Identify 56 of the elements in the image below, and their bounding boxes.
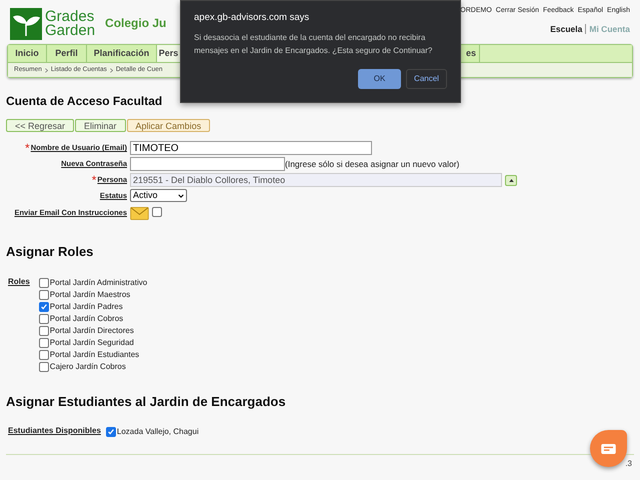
- version-text: .3: [625, 458, 632, 470]
- person-field[interactable]: 219551 - Del Diablo Collores, Timoteo: [130, 173, 502, 187]
- checkbox[interactable]: [38, 278, 49, 288]
- action-button[interactable]: << Regresar: [6, 119, 74, 132]
- nav-tab[interactable]: Planificación: [87, 45, 157, 62]
- role-label: Portal Jardín Directores: [50, 326, 134, 336]
- chat-icon: [601, 444, 616, 454]
- section-title: Asignar Estudiantes al Jardin de Encargados: [6, 392, 287, 411]
- password-field[interactable]: [130, 157, 285, 171]
- checkbox[interactable]: [106, 427, 116, 437]
- required-mark: *: [25, 142, 30, 154]
- nav-tab[interactable]: Inicio: [8, 45, 47, 62]
- checkbox[interactable]: [38, 290, 49, 300]
- dialog-message: Si desasocia el estudiante de la cuenta del encargado no recibira mensajes en el Jardin de Encargados. ¿Esta seguro de Continuar?: [194, 32, 434, 58]
- required-mark: *: [92, 174, 96, 186]
- checkbox[interactable]: [38, 314, 49, 324]
- logo-text: Grades: [45, 10, 96, 24]
- chat-button[interactable]: [590, 430, 627, 467]
- action-button[interactable]: Eliminar: [75, 119, 126, 132]
- dialog-title: apex.gb-advisors.com says: [194, 11, 310, 25]
- role-label: Portal Jardín Estudiantes: [50, 350, 140, 360]
- page-title: Cuenta de Acceso Facultad: [6, 93, 164, 110]
- role-label: Portal Jardín Cobros: [50, 314, 124, 324]
- role-label: Portal Jardín Padres: [50, 302, 123, 312]
- student-label: Lozada Vallejo, Chagui: [116, 426, 199, 438]
- sprout-icon: [10, 8, 42, 40]
- school-name: Colegio Ju: [105, 15, 166, 32]
- dialog-button[interactable]: OK: [358, 69, 401, 90]
- checkbox[interactable]: [38, 338, 49, 348]
- envelope-icon[interactable]: [130, 207, 149, 220]
- section-title: Asignar Roles: [6, 243, 94, 261]
- field-label: Estudiantes Disponibles: [8, 424, 101, 436]
- username-field[interactable]: TIMOTEO: [130, 141, 372, 155]
- nav-tab[interactable]: Pers: [157, 45, 181, 62]
- checkbox[interactable]: [38, 326, 49, 336]
- chevron-right-icon: [110, 68, 113, 72]
- caret-up-icon: [508, 178, 514, 182]
- role-label: Cajero Jardín Cobros: [50, 362, 126, 372]
- field-hint: (Ingrese sólo si desea asignar un nuevo valor): [285, 158, 460, 170]
- checkbox[interactable]: [152, 207, 162, 217]
- collapse-button[interactable]: [505, 174, 517, 186]
- dialog-button[interactable]: Cancel: [406, 69, 447, 90]
- status-select[interactable]: Activo: [130, 189, 187, 202]
- checkbox[interactable]: [38, 302, 49, 312]
- account-link[interactable]: Escuela: [550, 22, 582, 36]
- logo-text: Garden: [45, 24, 96, 38]
- chevron-down-icon: [178, 194, 184, 198]
- role-label: Portal Jardín Seguridad: [50, 338, 134, 348]
- nav-tab[interactable]: Perfil: [47, 45, 87, 62]
- checkbox[interactable]: [38, 362, 49, 372]
- checkbox[interactable]: [38, 350, 49, 360]
- field-label: Roles: [8, 276, 30, 288]
- action-button[interactable]: Aplicar Cambios: [126, 119, 210, 132]
- role-label: Portal Jardín Maestros: [50, 290, 130, 300]
- chevron-right-icon: [44, 68, 48, 72]
- role-label: Portal Jardín Administrativo: [50, 278, 148, 288]
